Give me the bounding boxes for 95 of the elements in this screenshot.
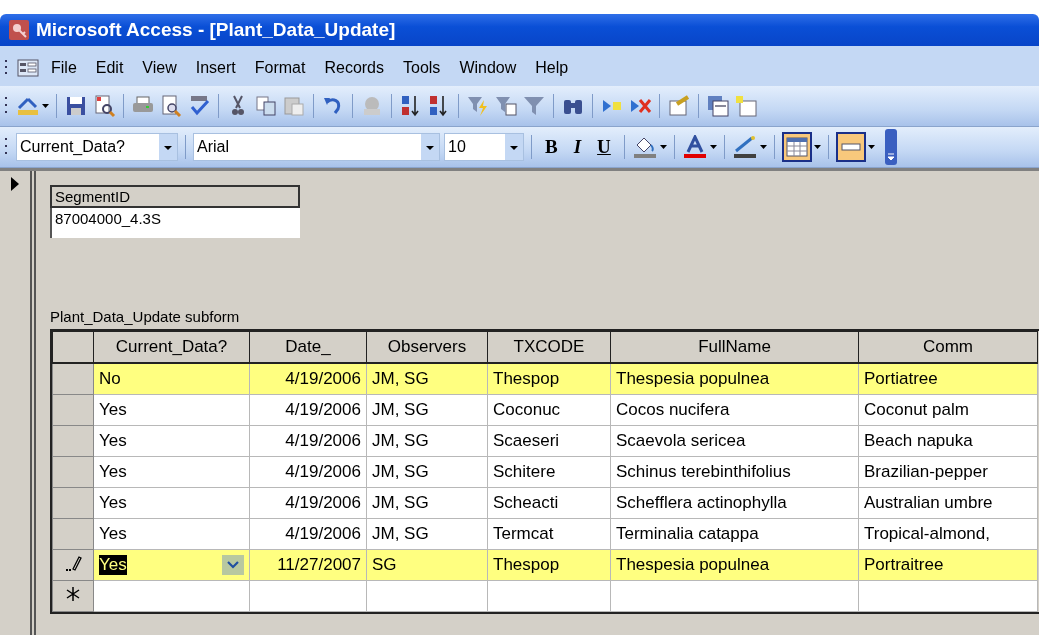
key-icon bbox=[8, 19, 30, 41]
caret-icon[interactable] bbox=[759, 145, 767, 149]
menu-item[interactable]: Insert bbox=[188, 59, 243, 77]
menu-item[interactable]: Window bbox=[452, 59, 524, 77]
table-cell: JM, SG bbox=[372, 369, 429, 388]
table-cell: SG bbox=[372, 555, 397, 574]
italic-button[interactable]: I bbox=[567, 136, 588, 158]
table-cell: Beach napuka bbox=[864, 431, 973, 450]
search-file-icon[interactable] bbox=[92, 94, 116, 118]
dropdown-button[interactable] bbox=[222, 555, 244, 575]
table-cell: Scaeseri bbox=[493, 431, 560, 450]
menu-item[interactable]: View bbox=[135, 59, 184, 77]
column-header[interactable]: Date_ bbox=[249, 331, 367, 363]
table-cell: JM, SG bbox=[372, 462, 429, 481]
save-icon[interactable] bbox=[64, 94, 88, 118]
segment-id-field[interactable]: 87004000_4.3S bbox=[50, 208, 300, 238]
table-cell: 4/19/2006 bbox=[285, 493, 361, 512]
menu-item[interactable]: Tools bbox=[396, 59, 448, 77]
select-all-cell[interactable] bbox=[52, 331, 94, 363]
special-effect-button[interactable] bbox=[835, 132, 866, 162]
filter-icon[interactable] bbox=[522, 94, 546, 118]
table-cell: JM, SG bbox=[372, 400, 429, 419]
caret-icon[interactable] bbox=[42, 104, 49, 108]
menu-item[interactable]: Format bbox=[247, 59, 313, 77]
menu-item[interactable]: File bbox=[44, 59, 84, 77]
selected-cell-text[interactable]: Yes bbox=[99, 555, 127, 575]
fill-color-icon[interactable] bbox=[631, 135, 658, 159]
table-cell: Yes bbox=[99, 400, 127, 419]
caret-icon[interactable] bbox=[813, 145, 821, 149]
table-cell: JM, SG bbox=[372, 431, 429, 450]
menu-item[interactable]: Edit bbox=[88, 59, 131, 77]
gridlines-button[interactable] bbox=[781, 132, 812, 162]
caret-icon[interactable] bbox=[709, 145, 717, 149]
table-cell: Terminalia catappa bbox=[616, 524, 759, 543]
table-cell: Schefflera actinophylla bbox=[616, 493, 787, 512]
column-header[interactable]: Observers bbox=[366, 331, 488, 363]
table-cell: Portraitree bbox=[864, 555, 944, 574]
gridlines-icon bbox=[785, 137, 808, 157]
table-cell: Cocos nucifera bbox=[616, 400, 730, 419]
table-cell: Brazilian-pepper bbox=[864, 462, 988, 481]
column-header[interactable]: TXCODE bbox=[487, 331, 611, 363]
table-cell: Schinus terebinthifolius bbox=[616, 462, 791, 481]
table-cell: Yes bbox=[99, 524, 127, 543]
window-title: Microsoft Access - [Plant_Data_Update] bbox=[36, 19, 396, 41]
table-cell: Australian umbre bbox=[864, 493, 993, 512]
table-cell: Schitere bbox=[493, 462, 556, 481]
table-cell: Coconuc bbox=[493, 400, 561, 419]
table-cell: 4/19/2006 bbox=[285, 400, 361, 419]
line-color-icon[interactable] bbox=[731, 135, 758, 159]
table-cell: Termcat bbox=[493, 524, 554, 543]
table-cell: 4/19/2006 bbox=[285, 462, 361, 481]
table-cell: Yes bbox=[99, 462, 127, 481]
menu-item[interactable]: Help bbox=[528, 59, 576, 77]
asterisk-icon bbox=[65, 585, 81, 602]
column-header[interactable]: Comm bbox=[858, 331, 1038, 363]
bold-button[interactable]: B bbox=[539, 136, 564, 158]
table-cell: Thespop bbox=[493, 369, 560, 388]
toolbar-options-icon[interactable] bbox=[884, 129, 897, 165]
field-label: SegmentID bbox=[50, 185, 300, 208]
table-cell: Scheacti bbox=[493, 493, 559, 512]
table-cell: 4/19/2006 bbox=[285, 524, 361, 543]
row-selector[interactable] bbox=[52, 580, 94, 612]
table-cell: No bbox=[99, 369, 121, 388]
row-selector[interactable] bbox=[52, 363, 94, 395]
table-cell: Tropical-almond, bbox=[864, 524, 990, 543]
object-dropdown[interactable]: Current_Data? bbox=[16, 133, 178, 161]
table-cell: JM, SG bbox=[372, 524, 429, 543]
table-cell: Coconut palm bbox=[864, 400, 969, 419]
form-icon[interactable] bbox=[17, 59, 39, 77]
font-color-icon[interactable] bbox=[681, 135, 708, 159]
current-record-icon bbox=[10, 177, 20, 191]
table-cell: Thespesia populnea bbox=[616, 369, 770, 388]
font-dropdown[interactable]: Arial bbox=[193, 133, 440, 161]
underline-button[interactable]: U bbox=[591, 136, 617, 158]
row-selector[interactable] bbox=[52, 549, 94, 581]
table-cell: Yes bbox=[99, 493, 127, 512]
copy-icon[interactable] bbox=[254, 94, 278, 118]
caret-icon[interactable] bbox=[867, 145, 875, 149]
table-cell: JM, SG bbox=[372, 493, 429, 512]
table-cell: 11/27/2007 bbox=[277, 555, 361, 574]
subform-label: Plant_Data_Update subform bbox=[50, 308, 241, 327]
table-cell: 4/19/2006 bbox=[285, 431, 361, 450]
table-cell: 4/19/2006 bbox=[285, 369, 361, 388]
table-cell: Yes bbox=[99, 431, 127, 450]
print-preview-icon[interactable] bbox=[159, 94, 183, 118]
font-size-dropdown[interactable]: 10 bbox=[444, 133, 524, 161]
table-cell: Thespesia populnea bbox=[616, 555, 770, 574]
table-cell: Thespop bbox=[493, 555, 560, 574]
caret-icon[interactable] bbox=[659, 145, 667, 149]
table-cell: Portiatree bbox=[864, 369, 938, 388]
filter-form-icon[interactable] bbox=[494, 94, 518, 118]
column-header[interactable]: Current_Data? bbox=[93, 331, 250, 363]
table-cell: Scaevola sericea bbox=[616, 431, 746, 450]
column-header[interactable]: FullName bbox=[610, 331, 859, 363]
menu-item[interactable]: Records bbox=[317, 59, 391, 77]
